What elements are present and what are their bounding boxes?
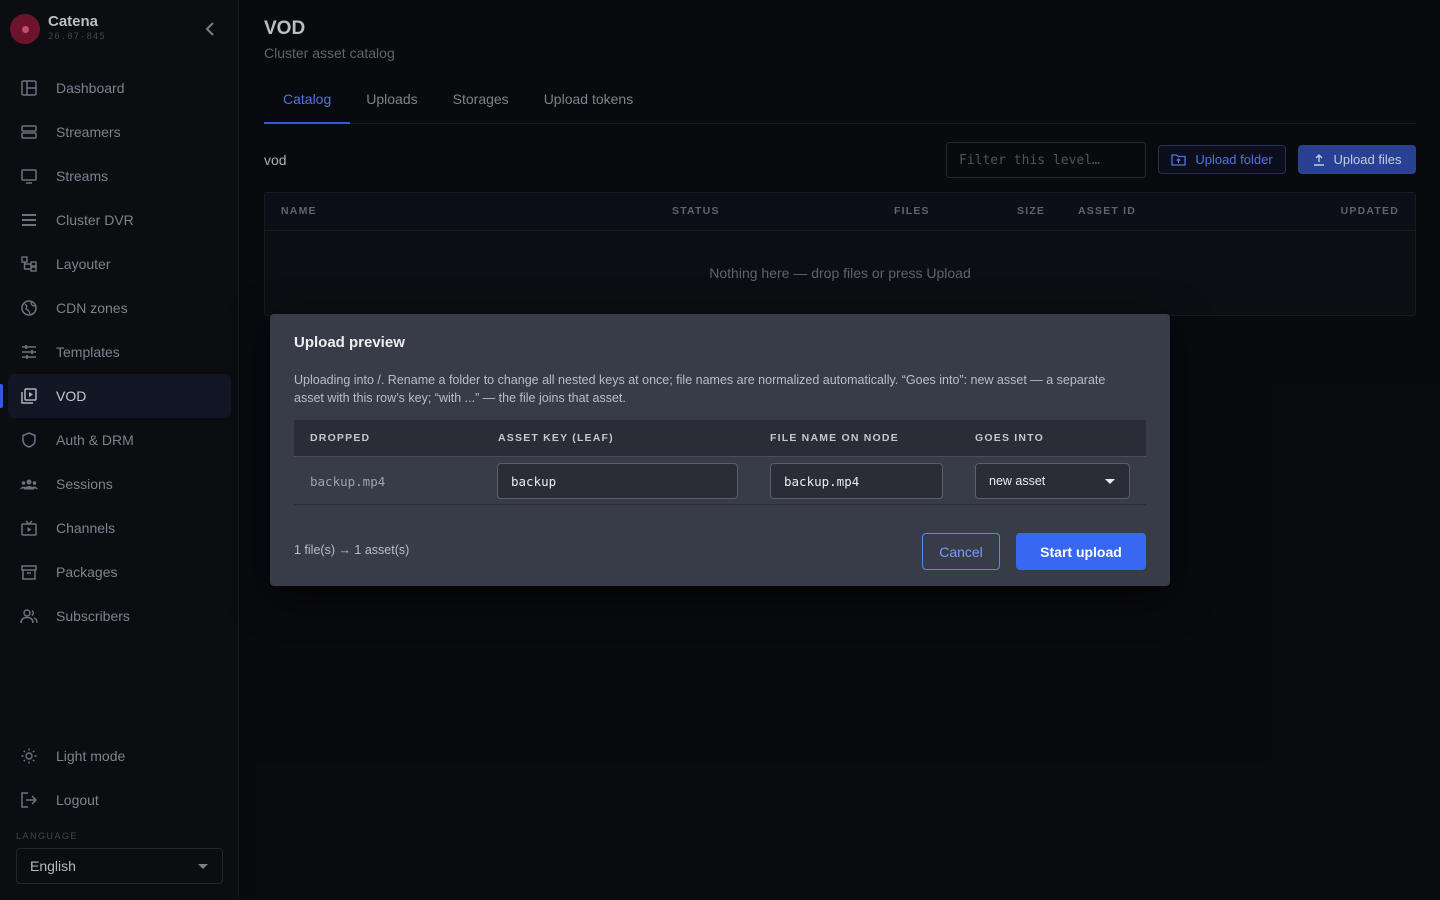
column-file-name: FILE NAME ON NODE (770, 432, 899, 444)
start-upload-button[interactable]: Start upload (1016, 533, 1146, 570)
asset-key-input[interactable] (497, 463, 738, 499)
column-dropped: DROPPED (310, 432, 371, 444)
dialog-title: Upload preview (294, 334, 405, 351)
dialog-description: Uploading into /. Rename a folder to cha… (294, 373, 1106, 405)
upload-preview-dialog: Upload preview Uploading into /. Rename … (270, 314, 1170, 586)
column-goes-into: GOES INTO (975, 432, 1044, 444)
upload-preview-table: DROPPED ASSET KEY (LEAF) FILE NAME ON NO… (294, 420, 1146, 505)
table-row: backup.mp4 new asset (294, 456, 1146, 505)
goes-into-value: new asset (989, 474, 1046, 488)
goes-into-select[interactable]: new asset (975, 463, 1130, 499)
caret-down-icon (1105, 479, 1115, 484)
cancel-button[interactable]: Cancel (922, 533, 1000, 570)
file-name-input[interactable] (770, 463, 943, 499)
upload-summary: 1 file(s) → 1 asset(s) (294, 543, 410, 557)
dropped-file-name: backup.mp4 (310, 474, 386, 489)
column-asset-key: ASSET KEY (LEAF) (498, 432, 614, 444)
table-header: DROPPED ASSET KEY (LEAF) FILE NAME ON NO… (294, 420, 1146, 456)
